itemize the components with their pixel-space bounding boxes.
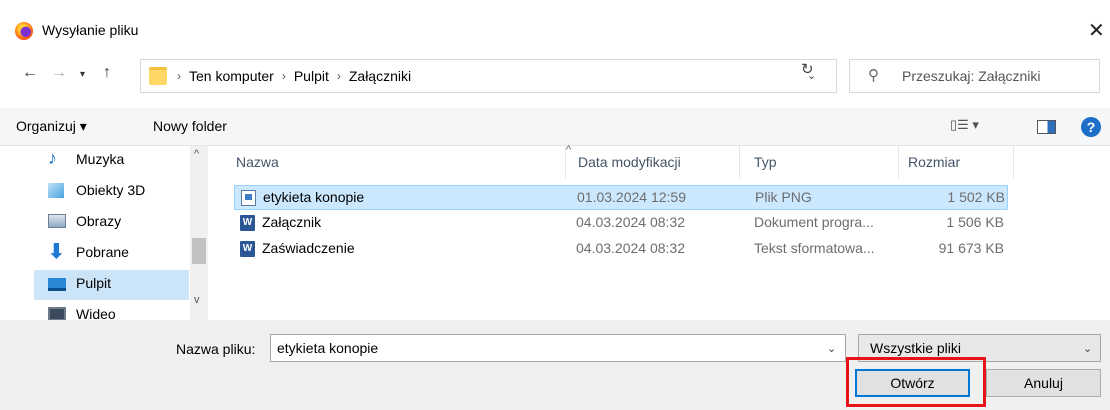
file-type: Dokument progra... (754, 214, 874, 230)
file-type: Plik PNG (755, 189, 812, 205)
firefox-icon (15, 22, 33, 40)
close-icon[interactable]: ✕ (1088, 18, 1105, 43)
sidebar-item-label: Wideo (76, 306, 116, 320)
file-size: 1 502 KB (947, 189, 1005, 205)
filename-label: Nazwa pliku: (176, 341, 256, 357)
breadcrumb-item[interactable]: Ten komputer (189, 68, 274, 84)
file-size: 1 506 KB (946, 214, 1004, 230)
sidebar-item-label: Muzyka (76, 151, 125, 167)
filename-dropdown-icon[interactable]: ⌄ (827, 342, 836, 355)
search-input[interactable]: ⚲ Przeszukaj: Załączniki (849, 59, 1100, 93)
new-folder-button[interactable]: Nowy folder (153, 118, 227, 134)
breadcrumb-item[interactable]: Załączniki (349, 68, 411, 84)
column-header-type[interactable]: Typ (754, 146, 899, 178)
breadcrumb-separator-icon[interactable]: › (177, 68, 181, 84)
file-date: 04.03.2024 08:32 (576, 240, 685, 256)
sidebar-item-video[interactable]: Wideo (34, 301, 204, 320)
filter-value: Wszystkie pliki (870, 340, 962, 356)
column-header-date[interactable]: Data modyfikacji (578, 146, 740, 178)
filter-dropdown-icon: ⌄ (1083, 343, 1093, 355)
3d-objects-icon (48, 183, 64, 198)
file-name: etykieta konopie (263, 189, 365, 205)
file-date: 01.03.2024 12:59 (577, 189, 686, 205)
breadcrumb-item[interactable]: Pulpit (294, 68, 329, 84)
pictures-icon (48, 214, 66, 228)
scrollbar-thumb[interactable] (192, 238, 206, 264)
table-row[interactable]: W Zaświadczenie 04.03.2024 08:32 Tekst s… (234, 237, 1008, 262)
sidebar-scrollbar[interactable]: ^ v (190, 146, 208, 320)
word-file-icon: W (240, 215, 255, 231)
forward-arrow-icon[interactable]: → (51, 64, 67, 82)
sidebar-item-label: Obrazy (76, 213, 122, 229)
column-header-name[interactable]: Nazwa (236, 146, 566, 178)
search-placeholder: Przeszukaj: Załączniki (902, 68, 1041, 84)
sort-ascending-icon: ^ (566, 144, 572, 156)
video-icon (48, 307, 66, 320)
view-options-button[interactable]: ▯☰ ▾ (950, 117, 979, 133)
sidebar-item-pictures[interactable]: Obrazy (34, 208, 204, 238)
png-file-icon (241, 190, 256, 206)
cancel-button[interactable]: Anuluj (986, 369, 1101, 397)
file-name: Załącznik (262, 214, 322, 230)
column-header-size[interactable]: Rozmiar (908, 146, 1014, 178)
sidebar-item-label: Obiekty 3D (76, 182, 146, 198)
sidebar-item-3d-objects[interactable]: Obiekty 3D (34, 177, 204, 207)
address-bar[interactable]: › Ten komputer › Pulpit › Załączniki ⌄ (140, 59, 837, 93)
title-bar: Wysyłanie pliku ✕ (0, 0, 1110, 60)
search-icon: ⚲ (868, 67, 879, 84)
sidebar-item-label: Pulpit (76, 275, 112, 291)
table-row[interactable]: W Załącznik 04.03.2024 08:32 Dokument pr… (234, 211, 1008, 236)
breadcrumb: › Ten komputer › Pulpit › Załączniki (177, 68, 411, 84)
breadcrumb-separator-icon[interactable]: › (282, 68, 286, 84)
filename-field[interactable]: etykieta konopie ⌄ (270, 334, 846, 362)
downloads-icon: ⬇ (48, 241, 65, 263)
table-row[interactable]: etykieta konopie 01.03.2024 12:59 Plik P… (234, 185, 1008, 210)
scroll-down-icon[interactable]: v (194, 294, 200, 306)
organize-button[interactable]: Organizuj ▾ (16, 118, 87, 135)
window-title: Wysyłanie pliku (42, 22, 139, 38)
file-type: Tekst sformatowa... (754, 240, 875, 256)
sidebar-item-music[interactable]: ♪ Muzyka (34, 146, 204, 176)
file-date: 04.03.2024 08:32 (576, 214, 685, 230)
refresh-icon[interactable]: ↻ (801, 60, 814, 78)
desktop-icon (48, 278, 66, 291)
sidebar-item-desktop[interactable]: Pulpit (34, 270, 189, 300)
recent-locations-chevron-icon[interactable]: ▾ (80, 69, 85, 80)
file-name: Zaświadczenie (262, 240, 355, 256)
dialog-footer: Nazwa pliku: etykieta konopie ⌄ Wszystki… (0, 320, 1110, 410)
up-arrow-icon[interactable]: ↑ (103, 64, 111, 82)
filename-value: etykieta konopie (277, 340, 379, 356)
sidebar-item-label: Pobrane (76, 244, 129, 260)
scroll-up-icon[interactable]: ^ (194, 148, 199, 160)
file-size: 91 673 KB (938, 240, 1004, 256)
open-button[interactable]: Otwórz (855, 369, 970, 397)
file-list: ^ Nazwa Data modyfikacji Typ Rozmiar ety… (214, 144, 1110, 320)
preview-pane-icon[interactable] (1037, 120, 1056, 134)
navigation-pane: ♪ Muzyka Obiekty 3D Obrazy ⬇ Pobrane Pul… (0, 146, 214, 320)
back-arrow-icon[interactable]: ← (22, 64, 38, 82)
word-file-icon: W (240, 241, 255, 257)
folder-icon (149, 67, 167, 85)
sidebar-item-downloads[interactable]: ⬇ Pobrane (34, 239, 204, 269)
help-icon[interactable]: ? (1081, 117, 1101, 137)
breadcrumb-separator-icon[interactable]: › (337, 68, 341, 84)
music-icon: ♪ (48, 148, 57, 168)
command-toolbar: Organizuj ▾ Nowy folder ▯☰ ▾ ? (0, 108, 1110, 146)
